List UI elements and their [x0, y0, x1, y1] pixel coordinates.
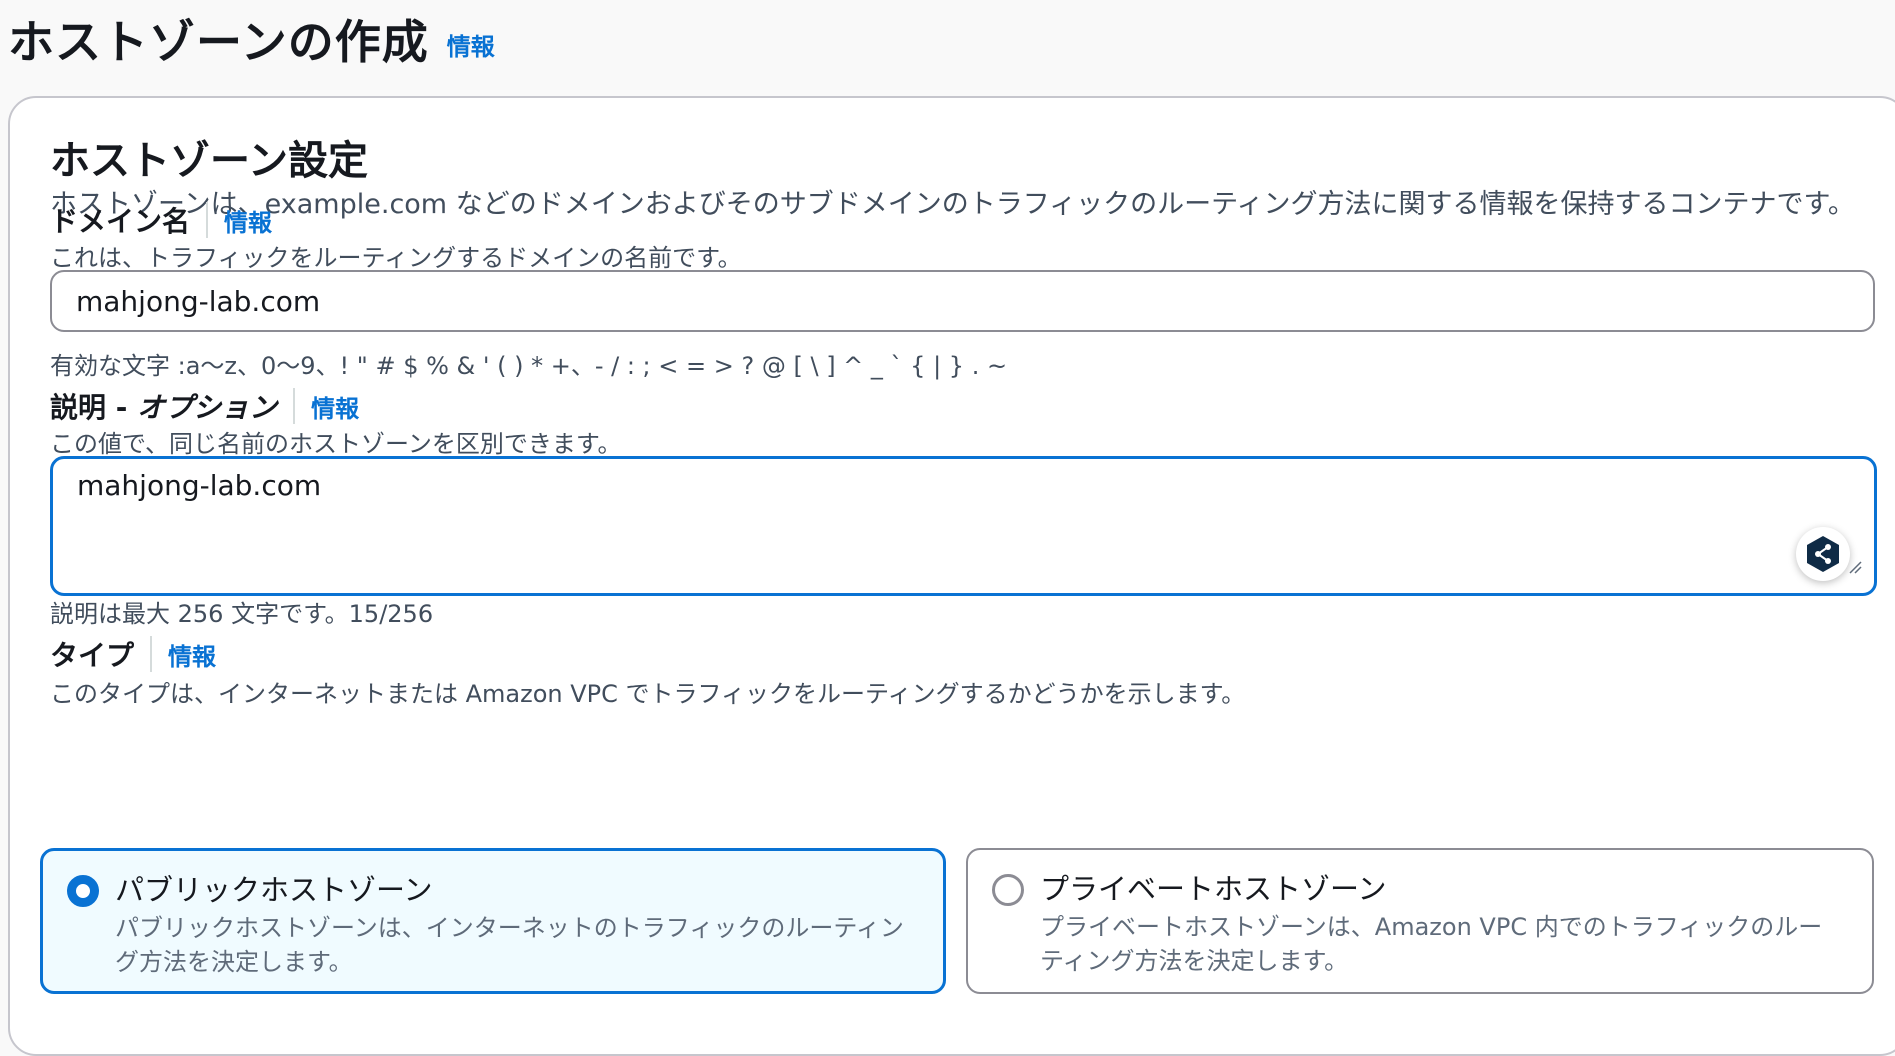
description-constraint-text: 説明は最大 256 文字です。15/256: [50, 600, 434, 628]
resize-handle-icon[interactable]: [1848, 560, 1862, 574]
label-divider: [206, 202, 209, 238]
radio-button-selected[interactable]: [67, 875, 99, 907]
type-label: タイプ: [50, 639, 135, 672]
label-divider: [150, 636, 153, 672]
public-hosted-zone-title: パブリックホストゾーン: [115, 873, 433, 907]
private-hosted-zone-description: プライベートホストゾーンは、Amazon VPC 内でのトラフィックのルーティン…: [1040, 913, 1823, 975]
private-hosted-zone-option[interactable]: プライベートホストゾーン プライベートホストゾーンは、Amazon VPC 内で…: [966, 848, 1874, 994]
public-hosted-zone-option[interactable]: パブリックホストゾーン パブリックホストゾーンは、インターネットのトラフィックの…: [40, 848, 946, 994]
description-label-optional: オプション: [137, 391, 278, 424]
description-label: 説明 - オプション: [50, 386, 277, 426]
page-header: ホストゾーンの作成 情報: [8, 4, 495, 74]
domain-label-row: ドメイン名 情報: [50, 200, 272, 240]
description-info-link[interactable]: 情報: [311, 389, 359, 424]
description-help-text: この値で、同じ名前のホストゾーンを区別できます。: [50, 430, 622, 458]
domain-name-input[interactable]: [50, 270, 1875, 332]
private-hosted-zone-title: プライベートホストゾーン: [1040, 872, 1387, 906]
type-info-link[interactable]: 情報: [168, 637, 216, 672]
description-label-row: 説明 - オプション 情報: [50, 386, 359, 426]
hexagon-share-icon: [1807, 536, 1839, 572]
description-label-main: 説明 -: [50, 391, 138, 424]
description-textarea[interactable]: mahjong-lab.com: [50, 456, 1877, 596]
domain-constraint-text: 有効な文字 :a～z、0～9、! " # $ % & ' ( ) * +、- /…: [50, 352, 1008, 380]
type-label-row: タイプ 情報: [50, 634, 216, 674]
domain-label: ドメイン名: [50, 205, 191, 238]
radio-button-unselected[interactable]: [992, 874, 1024, 906]
public-hosted-zone-description: パブリックホストゾーンは、インターネットのトラフィックのルーティング方法を決定し…: [115, 914, 904, 976]
page-info-link[interactable]: 情報: [447, 27, 495, 62]
type-description: このタイプは、インターネットまたは Amazon VPC でトラフィックをルーテ…: [50, 680, 1246, 708]
deepl-share-icon[interactable]: [1796, 527, 1850, 581]
section-title: ホストゾーン設定: [50, 138, 368, 184]
domain-description: これは、トラフィックをルーティングするドメインの名前です。: [50, 244, 742, 272]
domain-info-link[interactable]: 情報: [224, 203, 272, 238]
label-divider: [293, 388, 296, 424]
section-description: ホストゾーンは、example.com などのドメインおよびそのサブドメインのト…: [50, 189, 1855, 220]
page-title: ホストゾーンの作成: [8, 15, 429, 69]
